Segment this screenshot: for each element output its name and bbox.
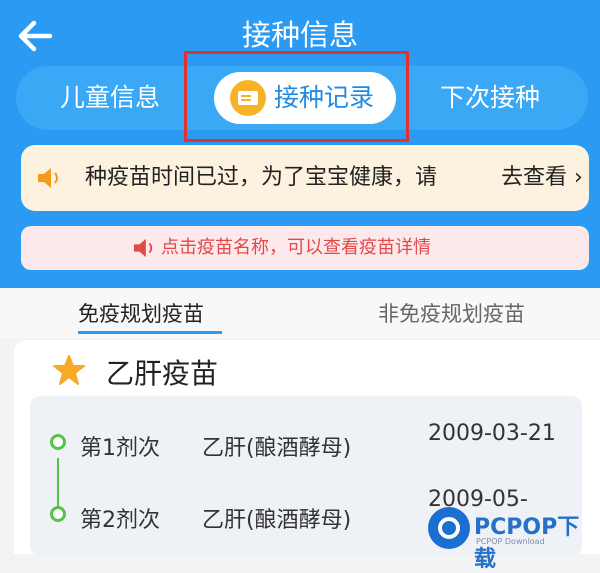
- hint-text: 点击疫苗名称，可以查看疫苗详情: [161, 237, 431, 258]
- chevron-right-icon: ›: [574, 165, 583, 190]
- vaccine-category-tabs: 免疫规划疫苗 非免疫规划疫苗: [0, 288, 600, 338]
- subtab-planned[interactable]: 免疫规划疫苗: [78, 298, 204, 328]
- pcpop-logo-icon: [428, 507, 470, 549]
- speaker-icon: [134, 238, 153, 258]
- timeline-line: [57, 458, 59, 508]
- subtab-unplanned[interactable]: 非免疫规划疫苗: [378, 298, 525, 328]
- timeline-dot: [50, 434, 66, 450]
- vaccine-name[interactable]: 乙肝疫苗: [106, 352, 218, 392]
- tab-child-info[interactable]: 儿童信息: [60, 66, 160, 130]
- dose-number: 第1剂次: [80, 436, 160, 461]
- tab-next-vaccination[interactable]: 下次接种: [440, 66, 540, 130]
- watermark-sub: PCPOP Download: [476, 537, 545, 546]
- notice-text: 种疫苗时间已过，为了宝宝健康，请: [85, 165, 438, 190]
- overdue-notice-banner[interactable]: 种疫苗时间已过，为了宝宝健康，请 去查看 ›: [21, 145, 589, 211]
- vaccine-type: 乙肝(酿酒酵母): [202, 436, 352, 461]
- hint-banner: 点击疫苗名称，可以查看疫苗详情: [21, 226, 589, 270]
- active-tab-indicator: [78, 331, 222, 334]
- dose-date: 2009-03-21: [428, 421, 556, 446]
- dose-number: 第2剂次: [80, 508, 160, 533]
- highlight-box: [184, 51, 409, 142]
- watermark: PCPOP下载 PCPOP Download: [428, 505, 600, 572]
- vaccine-type: 乙肝(酿酒酵母): [202, 508, 352, 533]
- view-link-label: 去查看: [501, 165, 568, 190]
- timeline-dot: [50, 506, 66, 522]
- star-icon: [53, 355, 85, 385]
- speaker-icon: [38, 168, 58, 188]
- header: 接种信息 儿童信息 接种记录 下次接种 种疫苗时间已过，为了宝宝健康，请 去查看…: [0, 0, 600, 288]
- page-title: 接种信息: [241, 18, 358, 52]
- view-link[interactable]: 去查看 ›: [501, 145, 583, 211]
